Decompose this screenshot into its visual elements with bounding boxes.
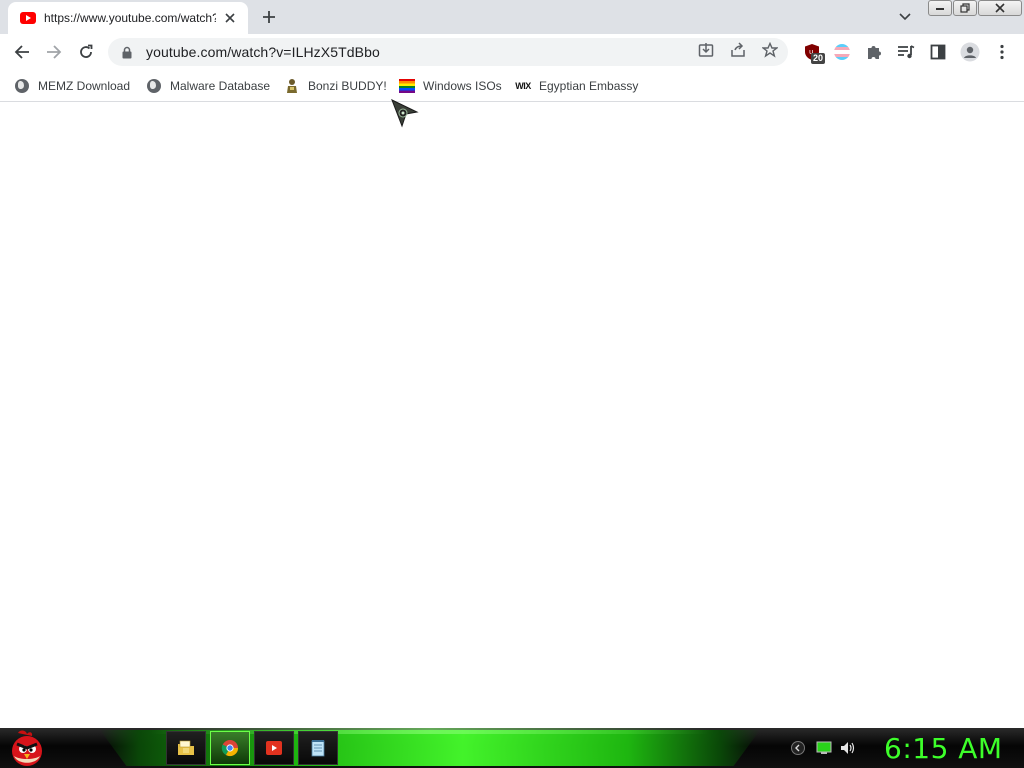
taskbar-media-player[interactable] — [254, 731, 294, 765]
tab-search-chevron-icon[interactable] — [895, 8, 915, 26]
bookmark-memz-download[interactable]: MEMZ Download — [14, 76, 130, 96]
media-queue-icon[interactable] — [894, 40, 918, 64]
taskbar-clock[interactable]: 6:15 AM — [884, 732, 1003, 765]
tab-close-icon[interactable] — [222, 10, 238, 26]
chrome-icon — [221, 740, 239, 757]
url-text[interactable]: youtube.com/watch?v=ILHzX5TdBbo — [146, 44, 380, 60]
bookmark-windows-isos[interactable]: Windows ISOs — [399, 76, 502, 96]
browser-tab[interactable]: https://www.youtube.com/watch?v=ILHzX5Td… — [8, 2, 248, 34]
extension-badge: 20 — [811, 53, 826, 64]
network-monitor-icon[interactable] — [816, 740, 832, 756]
bonzi-icon — [284, 78, 300, 94]
page-content[interactable] — [0, 103, 1024, 728]
extensions-puzzle-icon[interactable] — [862, 40, 886, 64]
lock-icon[interactable] — [120, 45, 134, 59]
bookmark-star-icon[interactable] — [760, 40, 780, 60]
taskbar-file-explorer[interactable] — [166, 731, 206, 765]
bookmark-label: MEMZ Download — [38, 79, 131, 93]
bookmark-label: Egyptian Embassy — [539, 79, 639, 93]
share-icon[interactable] — [728, 40, 748, 60]
tab-strip: https://www.youtube.com/watch?v=ILHzX5Td… — [0, 0, 1024, 34]
restore-button[interactable] — [953, 0, 977, 16]
browser-toolbar: youtube.com/watch?v=ILHzX5TdBbo u 20 — [0, 34, 1024, 70]
install-download-icon[interactable] — [696, 40, 716, 60]
globe-icon — [146, 78, 162, 94]
taskbar-notepad[interactable] — [298, 731, 338, 765]
taskbar-chrome[interactable] — [210, 731, 250, 765]
bookmarks-bar: MEMZ Download Malware Database Bonzi BUD… — [0, 70, 1024, 102]
profile-avatar-icon[interactable] — [958, 40, 982, 64]
bookmark-malware-database[interactable]: Malware Database — [146, 76, 270, 96]
mouse-cursor-icon — [391, 99, 419, 128]
media-player-icon — [266, 741, 282, 755]
tab-title: https://www.youtube.com/watch?v=ILHzX5Td… — [44, 11, 216, 25]
taskbar: 6:15 AM — [0, 728, 1024, 768]
back-arrow-icon[interactable] — [10, 40, 34, 64]
side-panel-icon[interactable] — [926, 40, 950, 64]
more-menu-icon[interactable] — [990, 40, 1014, 64]
youtube-icon — [20, 12, 36, 24]
reload-icon[interactable] — [74, 40, 98, 64]
forward-arrow-icon[interactable] — [42, 40, 66, 64]
extension-flag-icon[interactable] — [830, 40, 854, 64]
file-explorer-icon — [178, 740, 194, 755]
bookmark-bonzi-buddy[interactable]: Bonzi BUDDY! — [284, 76, 387, 96]
volume-icon[interactable] — [840, 740, 856, 756]
bookmark-label: Windows ISOs — [423, 79, 502, 93]
start-button-angry-bird-icon[interactable] — [6, 729, 48, 768]
wix-icon: WIX — [515, 81, 531, 91]
minimize-button[interactable] — [928, 0, 952, 16]
address-bar[interactable]: youtube.com/watch?v=ILHzX5TdBbo — [108, 38, 788, 66]
ublock-extension-icon[interactable]: u 20 — [800, 40, 826, 64]
bookmark-egyptian-embassy[interactable]: WIX Egyptian Embassy — [515, 76, 638, 96]
new-tab-button[interactable] — [259, 7, 279, 27]
window-controls — [928, 0, 1022, 16]
bookmark-label: Malware Database — [170, 79, 271, 93]
bookmark-label: Bonzi BUDDY! — [308, 79, 387, 93]
close-window-button[interactable] — [978, 0, 1022, 16]
notepad-icon — [311, 740, 325, 757]
tray-back-icon[interactable] — [790, 740, 806, 756]
globe-icon — [14, 78, 30, 94]
rainbow-flag-icon — [399, 78, 415, 94]
